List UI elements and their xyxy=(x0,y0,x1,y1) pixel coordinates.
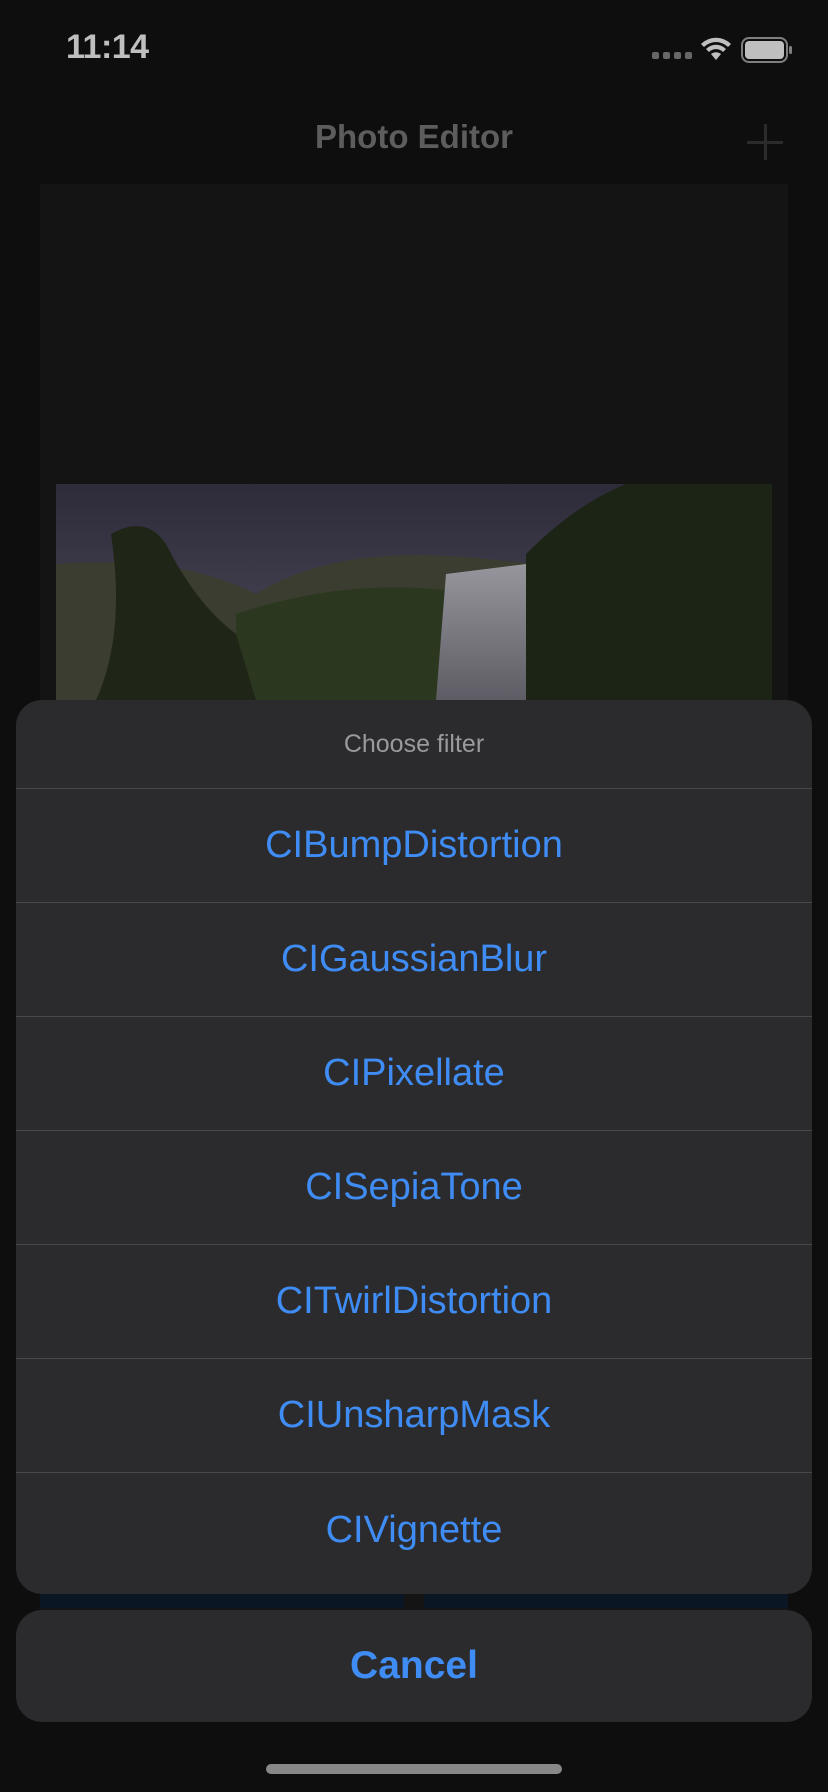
action-sheet-title: Choose filter xyxy=(16,700,812,789)
filter-option-twirl-distortion[interactable]: CITwirlDistortion xyxy=(16,1245,812,1359)
home-indicator[interactable] xyxy=(266,1764,562,1774)
filter-option-gaussian-blur[interactable]: CIGaussianBlur xyxy=(16,903,812,1017)
filter-option-sepia-tone[interactable]: CISepiaTone xyxy=(16,1131,812,1245)
filter-option-bump-distortion[interactable]: CIBumpDistortion xyxy=(16,789,812,903)
cancel-button[interactable]: Cancel xyxy=(16,1610,812,1722)
filter-option-pixellate[interactable]: CIPixellate xyxy=(16,1017,812,1131)
filter-action-sheet: Choose filter CIBumpDistortion CIGaussia… xyxy=(16,700,812,1594)
filter-option-unsharp-mask[interactable]: CIUnsharpMask xyxy=(16,1359,812,1473)
filter-option-vignette[interactable]: CIVignette xyxy=(16,1473,812,1587)
